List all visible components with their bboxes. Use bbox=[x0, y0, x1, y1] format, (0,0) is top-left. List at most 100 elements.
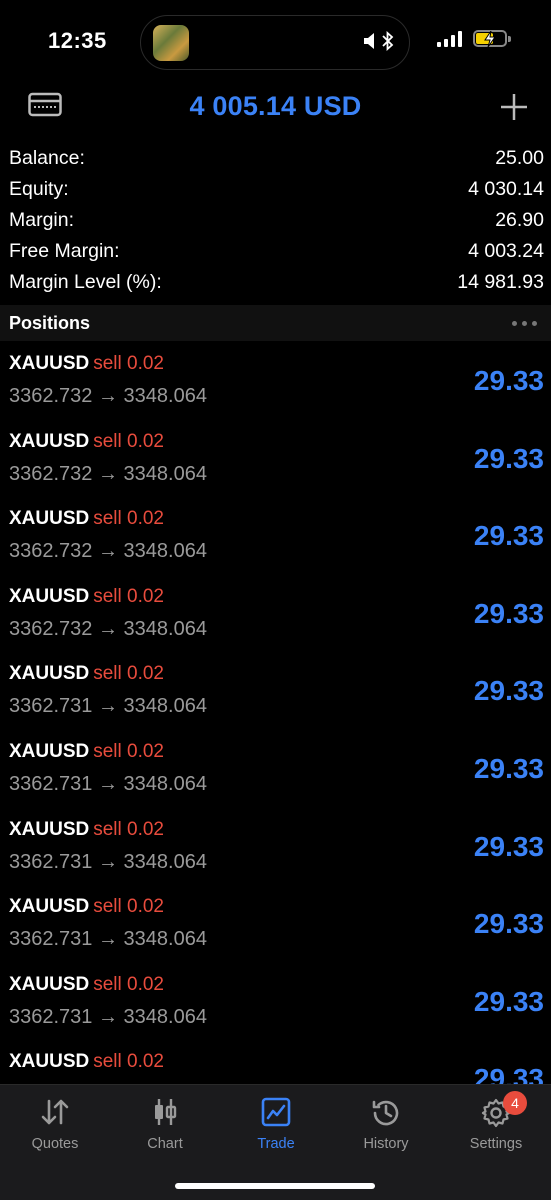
position-row[interactable]: XAUUSD sell 0.02 3362.731 → 3348.064 29.3… bbox=[0, 655, 551, 733]
price-arrow: → bbox=[97, 617, 118, 640]
summary-value: 14 981.93 bbox=[457, 271, 544, 293]
price-arrow: → bbox=[97, 462, 118, 485]
position-profit: 29.33 bbox=[473, 752, 544, 784]
summary-label: Free Margin: bbox=[9, 240, 120, 262]
account-summary: Balance: 25.00 Equity: 4 030.14 Margin: … bbox=[0, 143, 551, 298]
position-profit: 29.33 bbox=[473, 520, 544, 552]
status-bar: 12:35 bbox=[0, 0, 551, 80]
settings-badge: 4 bbox=[503, 1091, 527, 1115]
price-arrow: → bbox=[97, 772, 118, 795]
position-side-volume: sell 0.02 bbox=[93, 740, 165, 762]
position-side-volume: sell 0.02 bbox=[93, 1051, 165, 1073]
position-side-volume: sell 0.02 bbox=[93, 818, 165, 840]
position-profit: 29.33 bbox=[473, 597, 544, 629]
position-side-volume: sell 0.02 bbox=[93, 508, 165, 530]
tab-label: Trade bbox=[257, 1136, 295, 1152]
position-row[interactable]: XAUUSD sell 0.02 3362.732 → 3348.064 29.3… bbox=[0, 500, 551, 578]
tab-quotes[interactable]: Quotes bbox=[0, 1085, 110, 1165]
summary-label: Balance: bbox=[9, 147, 85, 169]
position-profit: 29.33 bbox=[473, 675, 544, 707]
equity-title: 4 005.14 USD bbox=[189, 91, 362, 121]
summary-value: 4 030.14 bbox=[468, 178, 544, 200]
tab-settings[interactable]: 4 Settings bbox=[441, 1085, 551, 1165]
position-symbol: XAUUSD bbox=[9, 430, 90, 452]
summary-label: Margin Level (%): bbox=[9, 271, 162, 293]
position-open-price: 3362.732 bbox=[9, 617, 93, 640]
position-current-price: 3348.064 bbox=[123, 695, 207, 718]
price-arrow: → bbox=[97, 850, 118, 873]
dynamic-island[interactable] bbox=[140, 15, 410, 70]
position-row[interactable]: XAUUSD sell 0.02 3362.731 → 3348.064 29.3… bbox=[0, 888, 551, 966]
summary-row-equity: Equity: 4 030.14 bbox=[0, 174, 551, 205]
position-open-price: 3362.732 bbox=[9, 385, 93, 407]
position-open-price: 3362.731 bbox=[9, 772, 93, 795]
tab-trade[interactable]: Trade bbox=[221, 1085, 331, 1165]
summary-row-margin: Margin: 26.90 bbox=[0, 205, 551, 236]
plus-icon bbox=[501, 94, 527, 120]
speaker-icon bbox=[364, 33, 374, 49]
tab-label: History bbox=[363, 1136, 409, 1152]
position-current-price: 3348.064 bbox=[123, 1005, 207, 1028]
position-symbol: XAUUSD bbox=[9, 896, 90, 918]
tab-label: Chart bbox=[147, 1136, 183, 1152]
more-options-icon[interactable] bbox=[512, 320, 537, 326]
summary-label: Margin: bbox=[9, 209, 75, 231]
status-time: 12:35 bbox=[48, 28, 107, 53]
home-indicator[interactable] bbox=[175, 1183, 375, 1189]
price-arrow: → bbox=[97, 928, 118, 951]
position-side-volume: sell 0.02 bbox=[93, 585, 165, 607]
position-row[interactable]: XAUUSD sell 0.02 3362.731 → 3348.064 29.3… bbox=[0, 733, 551, 811]
position-row[interactable]: XAUUSD sell 0.02 3362.731 → 3348.064 29.3… bbox=[0, 966, 551, 1044]
position-symbol: XAUUSD bbox=[9, 973, 90, 995]
position-profit: 29.33 bbox=[473, 442, 544, 474]
price-arrow: → bbox=[97, 695, 118, 718]
battery-icon bbox=[473, 30, 511, 47]
position-open-price: 3362.732 bbox=[9, 462, 93, 485]
price-arrow: → bbox=[97, 540, 118, 563]
position-current-price: 3348.064 bbox=[123, 617, 207, 640]
tab-history[interactable]: History bbox=[331, 1085, 441, 1165]
position-open-price: 3362.731 bbox=[9, 850, 93, 873]
positions-section-header: Positions bbox=[0, 305, 551, 341]
position-side-volume: sell 0.02 bbox=[93, 430, 165, 452]
position-symbol: XAUUSD bbox=[9, 585, 90, 607]
bluetooth-icon bbox=[382, 30, 394, 52]
position-current-price: 3348.064 bbox=[123, 540, 207, 563]
summary-label: Equity: bbox=[9, 178, 69, 200]
position-open-price: 3362.731 bbox=[9, 1005, 93, 1028]
summary-row-free-margin: Free Margin: 4 003.24 bbox=[0, 236, 551, 267]
summary-value: 4 003.24 bbox=[468, 240, 544, 262]
position-symbol: XAUUSD bbox=[9, 508, 90, 530]
position-open-price: 3362.731 bbox=[9, 928, 93, 951]
price-arrow: → bbox=[97, 1005, 118, 1028]
price-arrow: → bbox=[97, 385, 118, 407]
position-row[interactable]: XAUUSD sell 0.02 3362.732 → 3348.064 29.3… bbox=[0, 345, 551, 423]
position-side-volume: sell 0.02 bbox=[93, 663, 165, 685]
position-profit: 29.33 bbox=[473, 365, 544, 396]
position-current-price: 3348.064 bbox=[123, 462, 207, 485]
position-current-price: 3348.064 bbox=[123, 928, 207, 951]
position-open-price: 3362.732 bbox=[9, 540, 93, 563]
tab-label: Quotes bbox=[31, 1136, 79, 1152]
position-row[interactable]: XAUUSD sell 0.02 3362.731 → 3348.064 29.3… bbox=[0, 811, 551, 889]
position-profit: 29.33 bbox=[473, 830, 544, 862]
candlestick-icon bbox=[155, 1099, 177, 1125]
summary-value: 26.90 bbox=[495, 209, 544, 231]
position-row[interactable]: XAUUSD sell 0.02 3362.732 → 3348.064 29.3… bbox=[0, 423, 551, 501]
position-symbol: XAUUSD bbox=[9, 740, 90, 762]
summary-row-margin-level: Margin Level (%): 14 981.93 bbox=[0, 267, 551, 298]
position-open-price: 3362.731 bbox=[9, 695, 93, 718]
position-symbol: XAUUSD bbox=[9, 353, 90, 374]
position-symbol: XAUUSD bbox=[9, 663, 90, 685]
tab-chart[interactable]: Chart bbox=[110, 1085, 220, 1165]
position-profit: 29.33 bbox=[473, 908, 544, 940]
signal-icon bbox=[437, 30, 462, 47]
position-current-price: 3348.064 bbox=[123, 385, 207, 407]
position-row[interactable]: XAUUSD sell 0.02 3362.732 → 3348.064 29.3… bbox=[0, 578, 551, 656]
position-symbol: XAUUSD bbox=[9, 1051, 90, 1073]
summary-value: 25.00 bbox=[495, 147, 544, 169]
new-order-button[interactable] bbox=[499, 92, 529, 127]
position-side-volume: sell 0.02 bbox=[93, 973, 165, 995]
quotes-arrows-icon bbox=[41, 1099, 69, 1125]
position-symbol: XAUUSD bbox=[9, 818, 90, 840]
